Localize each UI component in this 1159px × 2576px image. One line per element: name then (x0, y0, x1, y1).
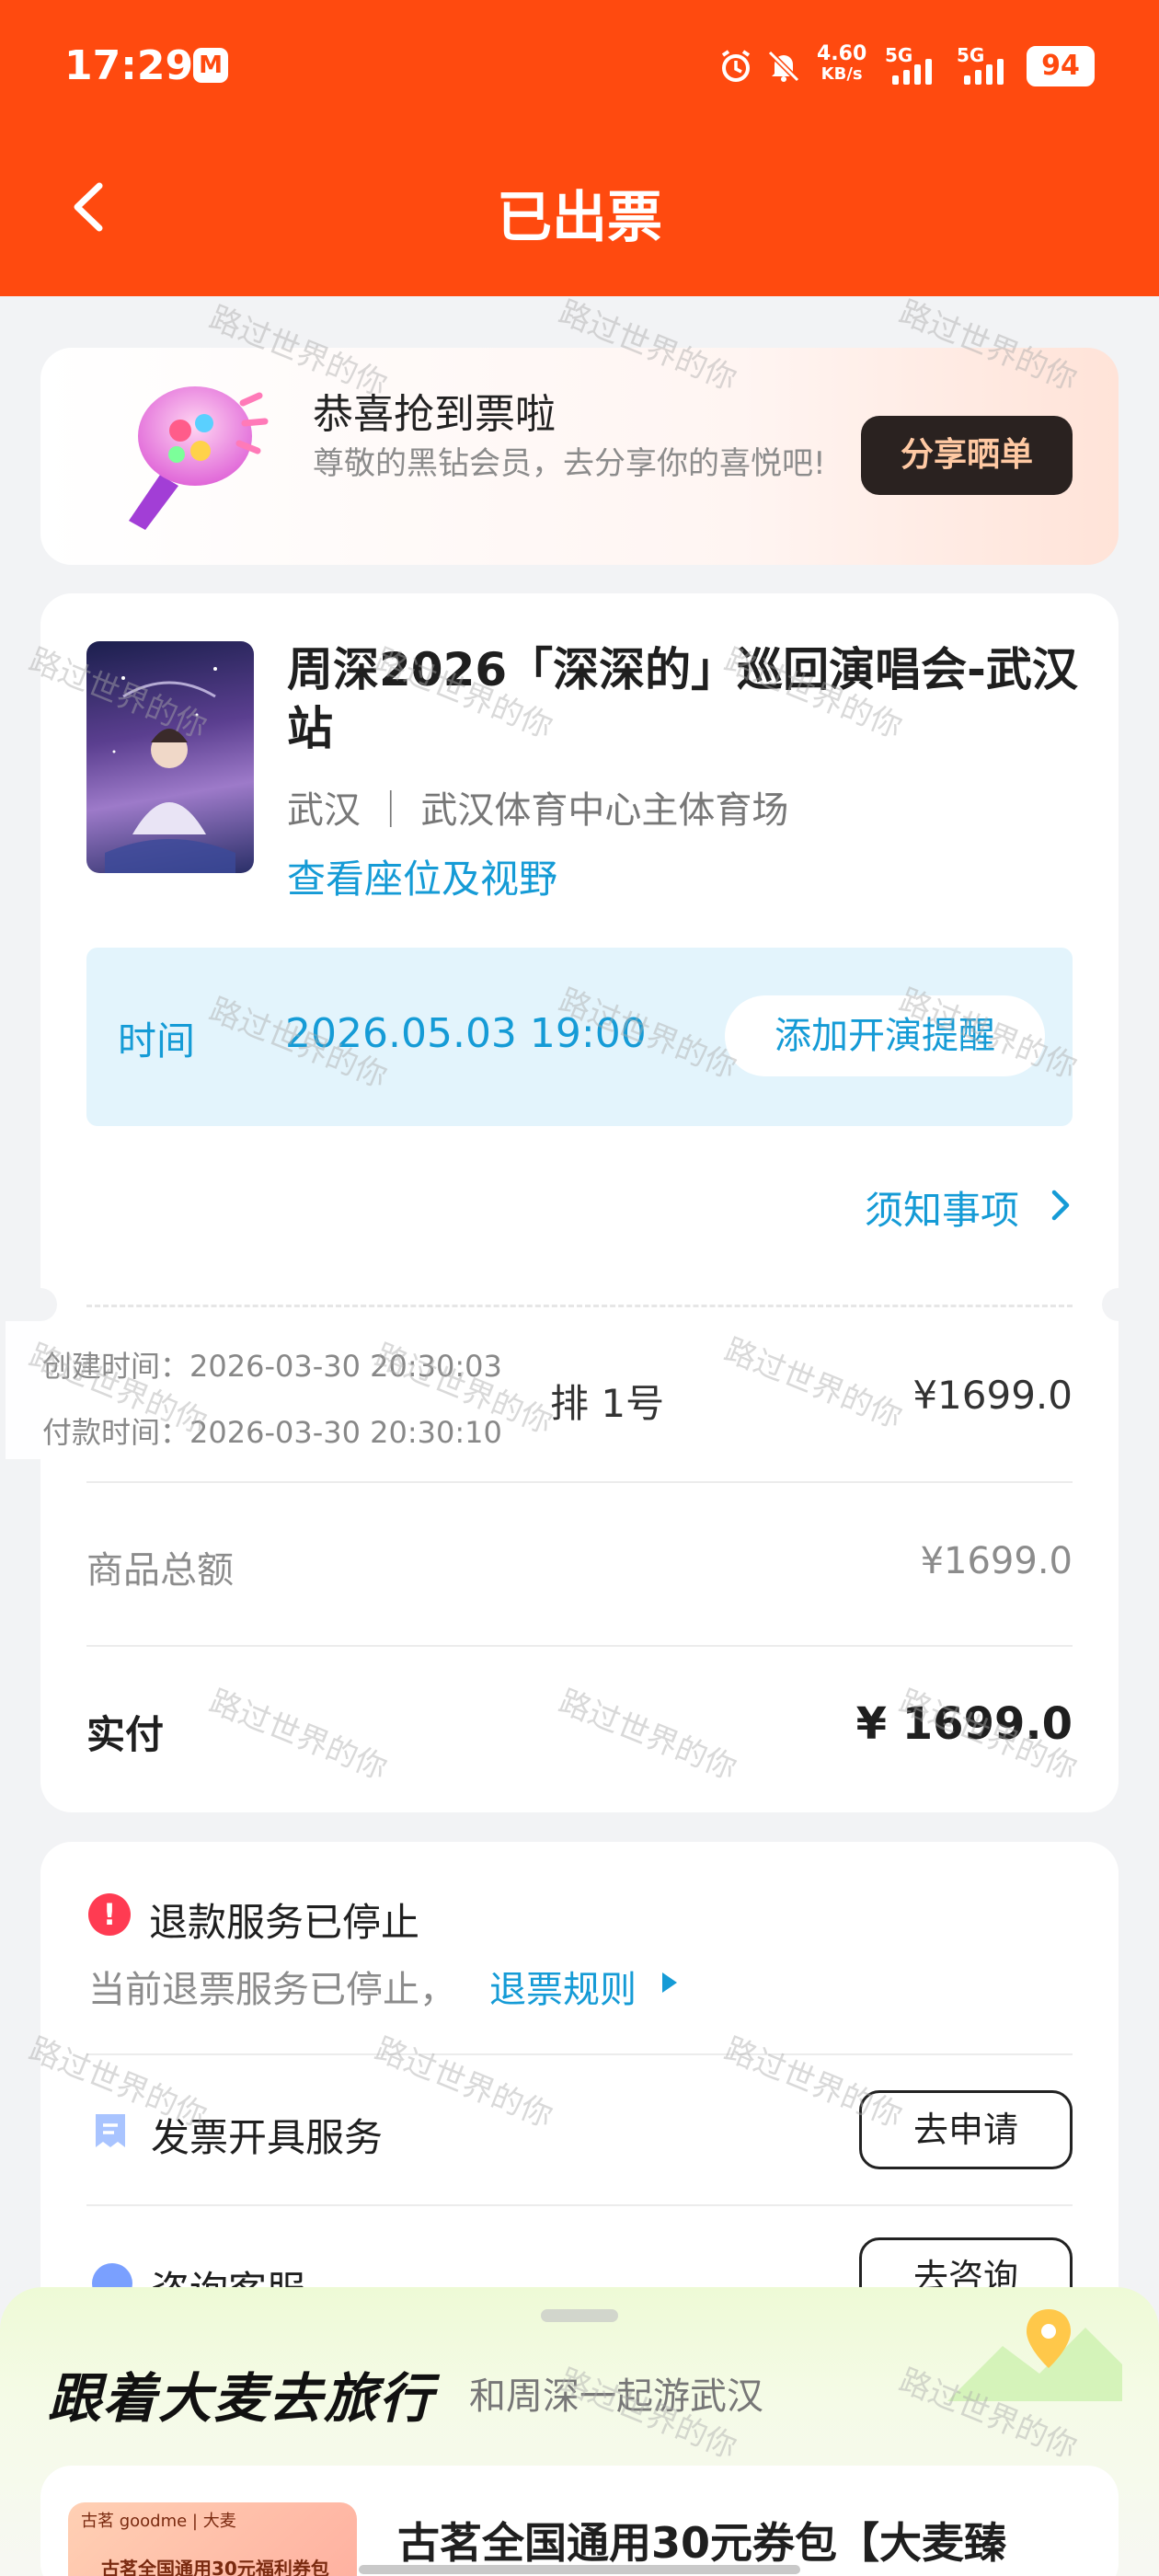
ticket-notch (1102, 1288, 1135, 1321)
subtotal-value: ¥1699.0 (920, 1540, 1073, 1582)
share-button[interactable]: 分享晒单 (861, 416, 1073, 495)
invoice-icon (92, 2110, 129, 2151)
time-label: 时间 (118, 1018, 196, 1064)
page-title: 已出票 (497, 186, 662, 250)
status-time: 17:29 (64, 42, 194, 89)
venue-text: 武汉 ｜ 武汉体育中心主体育场 (287, 789, 789, 832)
signal-icon (964, 53, 1004, 85)
home-indicator[interactable] (359, 2565, 800, 2574)
refund-status-title: 退款服务已停止 (149, 1900, 420, 1945)
divider (86, 1481, 1073, 1483)
map-pin-icon (938, 2291, 1131, 2429)
ticket-divider (86, 1305, 1073, 1307)
concert-poster[interactable] (86, 641, 254, 873)
warning-icon: ! (88, 1893, 131, 1936)
travel-title: 跟着大麦去旅行 (48, 2367, 435, 2430)
add-reminder-button[interactable]: 添加开演提醒 (725, 995, 1045, 1076)
paid-time: 付款时间：2026-03-30 20:30:10 (42, 1415, 502, 1450)
paid-label: 实付 (86, 1712, 165, 1757)
light-stick-icon (105, 366, 280, 541)
divider (86, 1645, 1073, 1647)
invoice-label: 发票开具服务 (151, 2115, 384, 2160)
play-triangle-icon[interactable] (662, 1972, 677, 1993)
divider (86, 2053, 1073, 2055)
time-value: 2026.05.03 19:00 (285, 1010, 647, 1057)
congrats-desc: 尊敬的黑钻会员，去分享你的喜悦吧! (313, 445, 826, 482)
notice-link[interactable]: 须知事项 (865, 1179, 1019, 1236)
congrats-title: 恭喜抢到票啦 (313, 391, 556, 438)
created-time: 创建时间：2026-03-30 20:30:03 (42, 1349, 502, 1384)
chevron-right-icon[interactable] (1049, 1187, 1073, 1224)
seat-info: 排 1号 (550, 1381, 665, 1426)
sheet-handle[interactable] (541, 2309, 618, 2322)
product-title: 古茗全国通用30元券包【大麦臻 (397, 2518, 1007, 2568)
seat-price: ¥1699.0 (912, 1373, 1073, 1418)
divider (86, 2204, 1073, 2206)
travel-subtitle: 和周深一起游武汉 (469, 2375, 763, 2418)
ticket-notch (24, 1288, 57, 1321)
apply-invoice-button[interactable]: 去申请 (859, 2090, 1073, 2169)
battery-icon: 94 (1027, 46, 1095, 86)
product-thumb-text: 古茗全国通用30元福利券包 (101, 2558, 329, 2576)
refund-desc: 当前退票服务已停止， (88, 1969, 456, 2011)
paid-value: ¥ 1699.0 (855, 1698, 1073, 1750)
app-notification-icon: M (193, 48, 228, 83)
refund-rules-link[interactable]: 退票规则 (489, 1960, 637, 2013)
subtotal-label: 商品总额 (86, 1549, 234, 1592)
alarm-icon (717, 48, 754, 85)
product-brand: 古茗 goodme | 大麦 (81, 2512, 236, 2531)
seat-view-link[interactable]: 查看座位及视野 (287, 848, 557, 904)
signal-icon (892, 53, 932, 85)
network-speed: 4.60 KB/s (817, 42, 867, 85)
show-title: 周深2026「深深的」巡回演唱会-武汉站 (287, 643, 1078, 755)
mute-bell-icon (765, 48, 802, 85)
